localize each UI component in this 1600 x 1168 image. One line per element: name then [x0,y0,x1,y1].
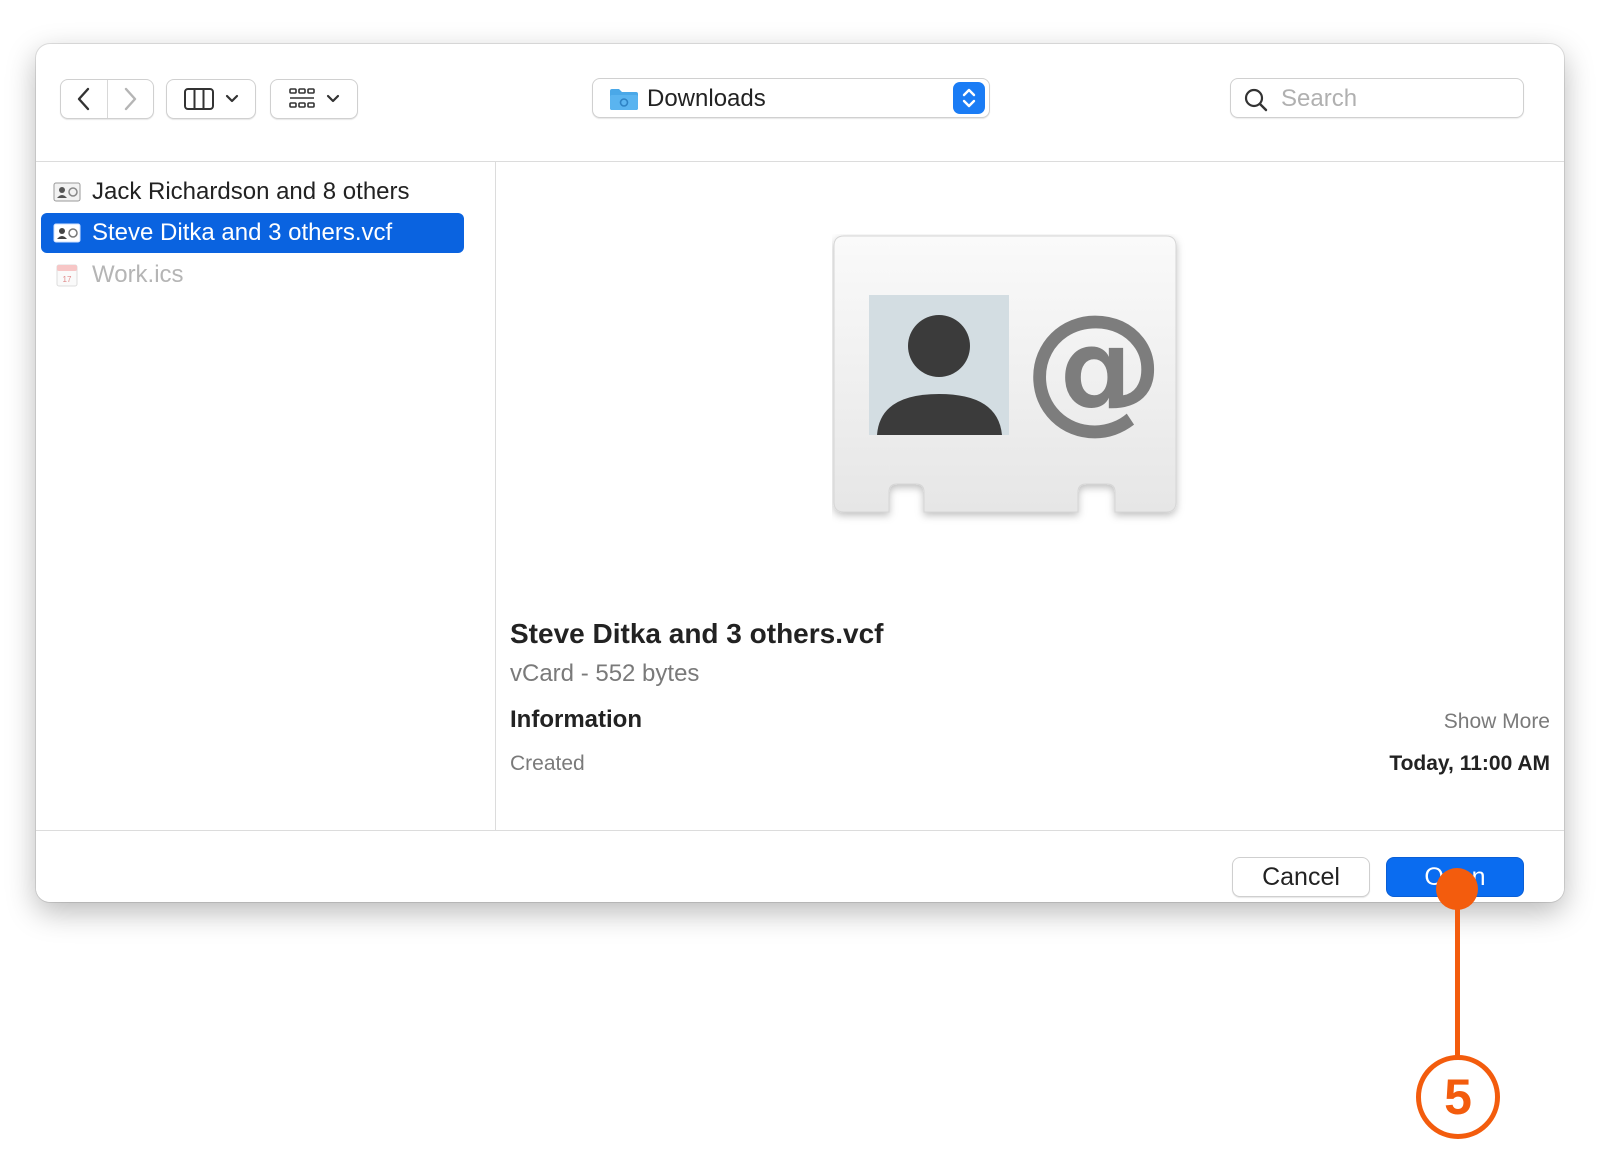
toolbar: Downloads [36,44,1564,161]
columns-icon [184,88,214,110]
show-more-link[interactable]: Show More [1444,710,1550,734]
file-item-work-ics: 17 Work.ics [41,255,464,295]
open-file-dialog: Downloads Search Jack Richardson and 8 o… [36,44,1564,902]
dialog-footer: Cancel Open [36,831,1564,902]
callout-line [1455,908,1460,1058]
location-popup[interactable]: Downloads [592,78,990,118]
file-name: Work.ics [92,261,184,288]
information-heading: Information [510,706,642,733]
group-by-button[interactable] [270,79,358,119]
file-name: Steve Ditka and 3 others.vcf [92,219,393,246]
search-field[interactable] [1230,78,1524,118]
forward-button[interactable] [107,80,153,118]
callout-step-number: 5 [1416,1055,1500,1139]
location-stepper[interactable] [953,82,985,114]
file-list: Jack Richardson and 8 others Steve Ditka… [36,162,495,830]
vcard-icon [53,221,81,245]
up-down-chevron-icon [962,88,976,108]
search-input[interactable] [1279,83,1513,115]
preview-pane: @ Steve Ditka and 3 others.vcf vCard - 5… [496,162,1564,830]
file-item-steve-ditka[interactable]: Steve Ditka and 3 others.vcf [41,213,464,253]
created-label: Created [510,752,585,775]
file-name: Jack Richardson and 8 others [92,178,410,205]
back-button[interactable] [61,80,107,118]
callout-dot [1436,868,1478,910]
chevron-left-icon [77,87,89,111]
column-view-button[interactable] [166,79,256,119]
vcard-icon [53,180,81,204]
chevron-down-icon [326,94,340,103]
folder-icon [610,89,638,110]
search-icon [1244,88,1268,112]
file-item-jack-richardson[interactable]: Jack Richardson and 8 others [41,172,464,212]
preview-file-name: Steve Ditka and 3 others.vcf [510,618,884,649]
svg-text:@: @ [1024,285,1164,448]
svg-text:17: 17 [63,275,72,284]
preview-file-kind-size: vCard - 552 bytes [510,660,700,687]
chevron-down-icon [225,94,239,103]
calendar-icon: 17 [53,263,81,287]
created-value: Today, 11:00 AM [1389,752,1550,775]
vcard-preview-icon: @ [833,235,1177,513]
cancel-button[interactable]: Cancel [1232,857,1370,897]
chevron-right-icon [125,87,137,111]
location-label: Downloads [647,85,766,112]
grid-icon [289,88,315,108]
navigation-buttons [60,79,154,119]
